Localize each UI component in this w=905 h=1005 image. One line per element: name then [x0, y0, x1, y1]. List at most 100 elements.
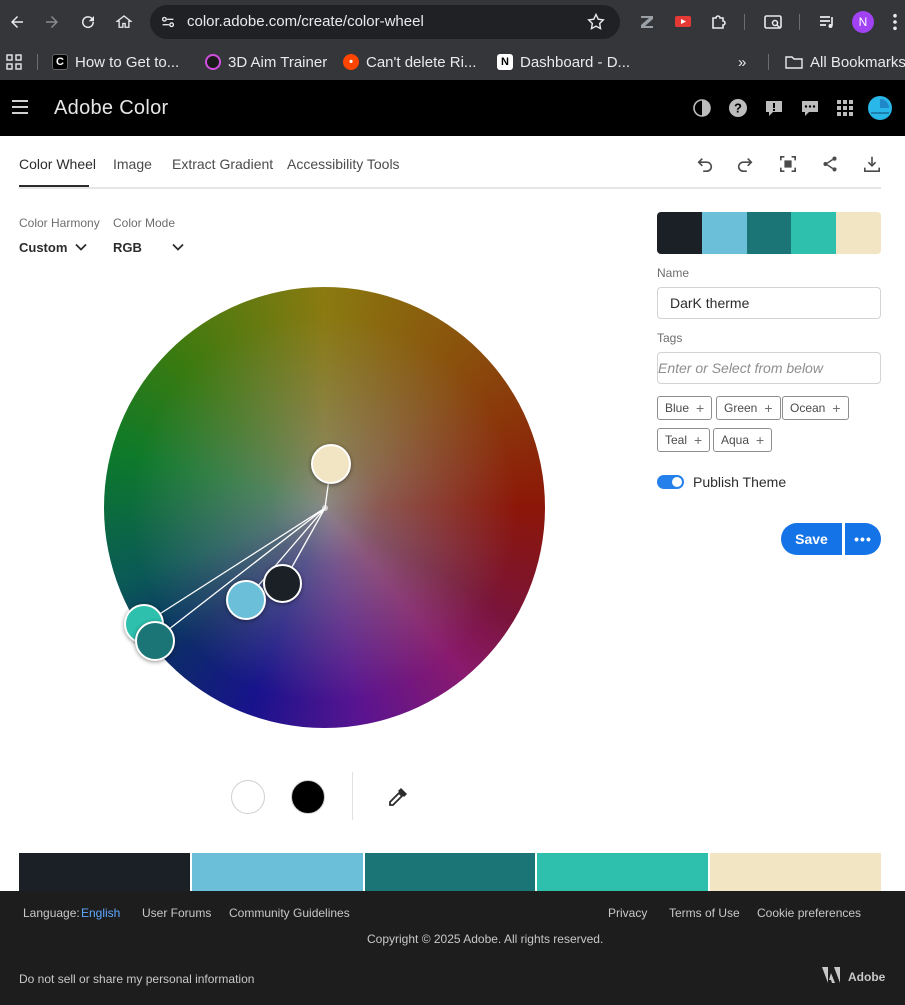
- tag-chip[interactable]: Blue +: [657, 396, 713, 420]
- theme-swatch[interactable]: [19, 853, 192, 891]
- bookmark-label: Can't delete Ri...: [366, 53, 477, 71]
- bookmarks-divider: [768, 54, 769, 70]
- hamburger-menu-icon[interactable]: [12, 100, 28, 114]
- community-guidelines-link[interactable]: Community Guidelines: [229, 906, 350, 920]
- adobe-logo-icon: [822, 967, 840, 983]
- chevron-down-icon[interactable]: [74, 240, 88, 254]
- more-bookmarks-icon[interactable]: »: [738, 50, 746, 74]
- download-icon[interactable]: [862, 154, 882, 174]
- color-handle[interactable]: [226, 580, 266, 620]
- tab-image[interactable]: Image: [113, 156, 152, 172]
- theme-name-input[interactable]: DarK therme: [657, 287, 881, 319]
- browser-chrome: color.adobe.com/create/color-wheel N C H…: [0, 0, 905, 80]
- cookie-preferences-link[interactable]: Cookie preferences: [757, 906, 861, 920]
- address-bar[interactable]: color.adobe.com/create/color-wheel: [150, 5, 620, 39]
- toolbar-divider: [799, 14, 800, 30]
- color-harmony-dropdown[interactable]: Custom: [19, 240, 67, 255]
- browser-toolbar: color.adobe.com/create/color-wheel N: [0, 0, 905, 44]
- tab-accessibility-tools[interactable]: Accessibility Tools: [287, 156, 400, 172]
- bookmark-item[interactable]: C How to Get to...: [52, 50, 179, 74]
- tag-chip[interactable]: Ocean +: [782, 396, 849, 420]
- palette-swatch[interactable]: [746, 212, 792, 254]
- eyedropper-icon[interactable]: [385, 784, 411, 810]
- chat-icon[interactable]: [799, 97, 821, 119]
- tag-chip[interactable]: Teal +: [657, 428, 711, 452]
- publish-theme-toggle[interactable]: [657, 475, 684, 489]
- user-forums-link[interactable]: User Forums: [142, 906, 211, 920]
- tags-label: Tags: [657, 331, 683, 345]
- palette-swatch[interactable]: [791, 212, 837, 254]
- tab-search-icon[interactable]: [762, 11, 784, 33]
- fullscreen-icon[interactable]: [778, 154, 798, 174]
- palette-swatch[interactable]: [836, 212, 881, 254]
- privacy-link[interactable]: Privacy: [608, 906, 647, 920]
- apps-switcher-icon[interactable]: [834, 97, 856, 119]
- browser-menu-icon[interactable]: [888, 11, 902, 33]
- theme-palette-preview[interactable]: [657, 212, 881, 254]
- bookmarks-bar: C How to Get to... 3D Aim Trainer • Can'…: [0, 44, 905, 80]
- tab-color-wheel[interactable]: Color Wheel: [19, 156, 96, 172]
- back-icon[interactable]: [2, 7, 32, 37]
- color-handle-selected[interactable]: [135, 621, 175, 661]
- tag-chip[interactable]: Aqua +: [713, 428, 773, 452]
- theme-swatch[interactable]: [537, 853, 711, 891]
- extension-video-icon[interactable]: [672, 11, 694, 33]
- all-bookmarks-folder[interactable]: All Bookmarks: [785, 50, 905, 74]
- redo-icon[interactable]: [735, 154, 755, 174]
- color-handle[interactable]: [263, 564, 302, 603]
- dark-mode-icon[interactable]: [691, 97, 713, 119]
- active-tab-indicator: [19, 185, 89, 187]
- help-icon[interactable]: ?: [727, 97, 749, 119]
- user-avatar[interactable]: [867, 95, 893, 121]
- color-mode-dropdown[interactable]: RGB: [113, 240, 142, 255]
- bookmark-favicon-notion-icon: N: [497, 54, 513, 70]
- add-tag-icon: +: [694, 432, 703, 448]
- theme-swatch-strip: [19, 853, 881, 891]
- undo-icon[interactable]: [695, 154, 715, 174]
- feedback-alert-icon[interactable]: [763, 97, 785, 119]
- apps-grid-icon[interactable]: [6, 50, 22, 74]
- extensions-puzzle-icon[interactable]: [708, 11, 730, 33]
- app-title[interactable]: Adobe Color: [54, 97, 168, 120]
- tags-input[interactable]: Enter or Select from below: [657, 352, 881, 384]
- terms-link[interactable]: Terms of Use: [669, 906, 740, 920]
- language-selector[interactable]: English: [81, 906, 120, 920]
- toolbar-divider: [744, 14, 745, 30]
- share-icon[interactable]: [820, 154, 840, 174]
- profile-avatar[interactable]: N: [852, 11, 874, 33]
- palette-swatch[interactable]: [701, 212, 747, 254]
- color-mode-label: Color Mode: [113, 216, 176, 230]
- palette-swatch[interactable]: [657, 212, 702, 254]
- brightness-black-button[interactable]: [291, 780, 325, 814]
- more-options-icon[interactable]: •••: [845, 523, 881, 555]
- theme-swatch[interactable]: [191, 853, 365, 891]
- app-header: Adobe Color ?: [0, 80, 905, 136]
- home-icon[interactable]: [109, 7, 139, 37]
- color-handle[interactable]: [311, 444, 351, 484]
- tag-chip[interactable]: Green +: [716, 396, 781, 420]
- bookmark-favicon-c-icon: C: [52, 54, 68, 70]
- bookmark-item[interactable]: • Can't delete Ri...: [343, 50, 476, 74]
- bookmark-item[interactable]: N Dashboard - D...: [497, 50, 630, 74]
- reload-icon[interactable]: [73, 7, 103, 37]
- language-label: Language:: [23, 906, 80, 920]
- save-button[interactable]: Save: [781, 523, 842, 555]
- brightness-white-button[interactable]: [231, 780, 265, 814]
- color-harmony-label: Color Harmony: [19, 216, 100, 230]
- bookmark-star-icon[interactable]: [586, 12, 606, 32]
- theme-swatch[interactable]: [364, 853, 538, 891]
- forward-icon[interactable]: [37, 7, 67, 37]
- bookmark-favicon-reddit-icon: •: [343, 54, 359, 70]
- media-queue-icon[interactable]: [816, 11, 838, 33]
- footer: Language: English User Forums Community …: [0, 891, 905, 1005]
- bookmark-item[interactable]: 3D Aim Trainer: [205, 50, 327, 74]
- extension-z-icon[interactable]: [636, 11, 658, 33]
- chevron-down-icon[interactable]: [171, 240, 185, 254]
- theme-swatch[interactable]: [710, 853, 881, 891]
- site-info-icon[interactable]: [158, 12, 178, 32]
- do-not-sell-link[interactable]: Do not sell or share my personal informa…: [19, 972, 254, 986]
- tag-label: Blue: [665, 401, 690, 415]
- url-text[interactable]: color.adobe.com/create/color-wheel: [187, 13, 424, 30]
- add-tag-icon: +: [832, 400, 841, 416]
- tab-extract-gradient[interactable]: Extract Gradient: [172, 156, 273, 172]
